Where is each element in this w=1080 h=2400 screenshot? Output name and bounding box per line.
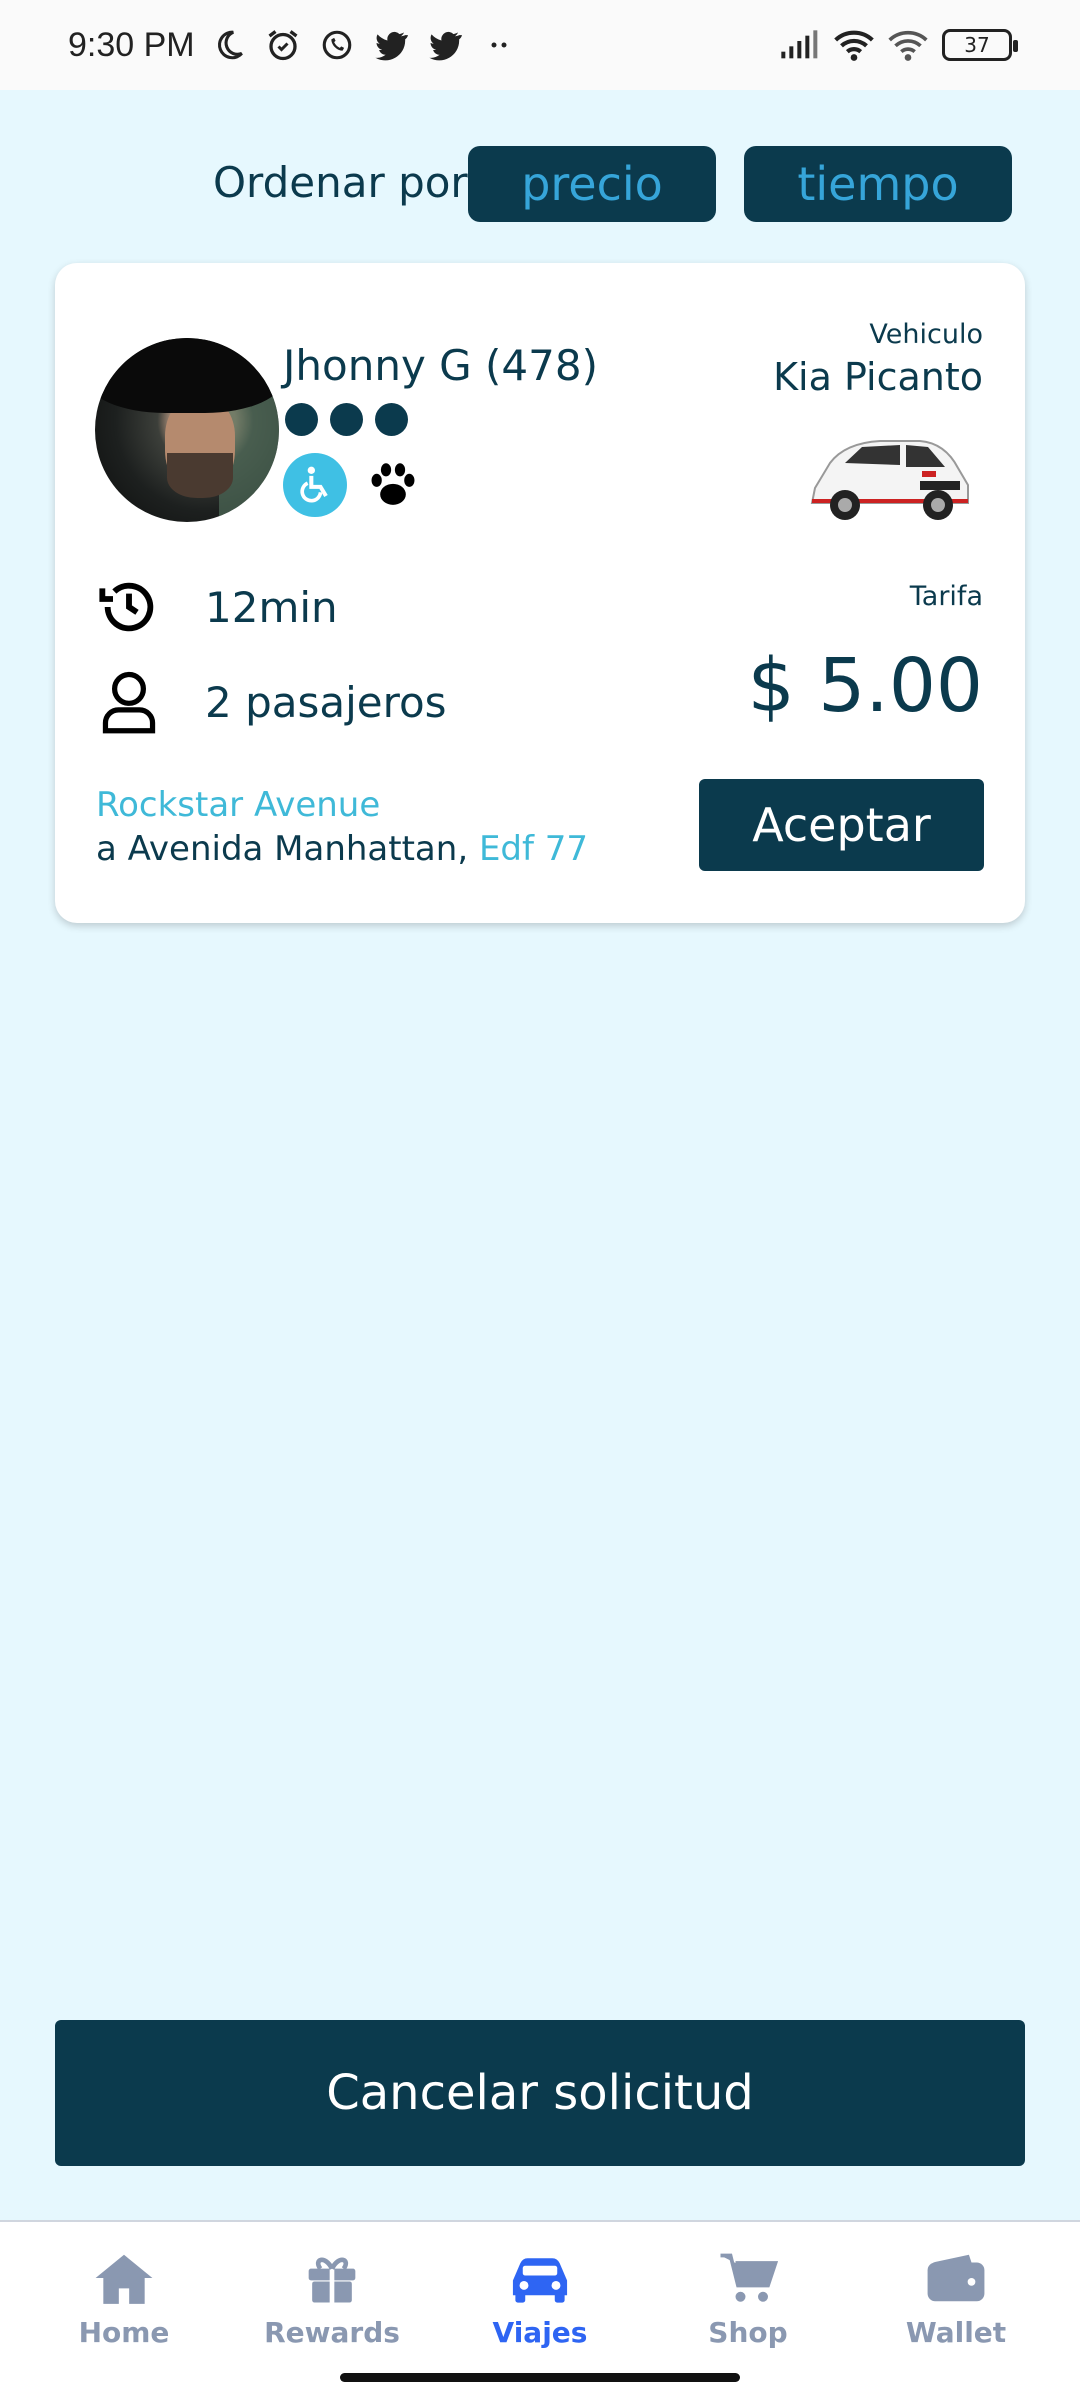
status-time: 9:30 PM <box>68 25 195 64</box>
whatsapp-icon <box>317 25 357 65</box>
signal-icon <box>780 25 820 65</box>
battery-indicator: 37 <box>942 29 1018 61</box>
twitter-icon <box>425 25 465 65</box>
history-icon <box>95 573 163 641</box>
wheelchair-icon <box>283 453 347 517</box>
car-icon <box>508 2246 572 2310</box>
nav-home-label: Home <box>78 2316 170 2349</box>
route-destination: a Avenida Manhattan, <box>96 829 479 869</box>
gift-icon <box>300 2246 364 2310</box>
rating-dot <box>330 403 363 436</box>
wallet-icon <box>924 2246 988 2310</box>
person-icon <box>95 668 163 736</box>
nav-home[interactable]: Home <box>34 2246 214 2400</box>
twitter-icon <box>371 25 411 65</box>
route-destination-detail: Edf 77 <box>478 829 589 869</box>
cancel-request-button[interactable]: Cancelar solicitud <box>55 2020 1025 2166</box>
wifi-hotspot-icon <box>888 25 928 65</box>
rating-dot <box>285 403 318 436</box>
home-indicator <box>340 2373 740 2382</box>
accept-button[interactable]: Aceptar <box>699 779 984 871</box>
sort-by-time-button[interactable]: tiempo <box>744 146 1012 222</box>
sort-label: Ordenar por <box>213 158 468 207</box>
trip-offer-card: Jhonny G (478) Vehiculo Kia Picanto 12mi… <box>55 263 1025 923</box>
fare-value: $ 5.00 <box>747 643 983 729</box>
vehicle-name: Kia Picanto <box>773 355 983 399</box>
more-notifications-icon <box>479 25 519 65</box>
wifi-icon <box>834 25 874 65</box>
nav-viajes-label: Viajes <box>492 2316 588 2349</box>
status-bar: 9:30 PM 37 <box>0 0 1080 90</box>
sort-by-price-button[interactable]: precio <box>468 146 716 222</box>
route-origin: Rockstar Avenue <box>96 785 381 825</box>
cart-icon <box>716 2246 780 2310</box>
route-info: Rockstar Avenue a Avenida Manhattan, Edf… <box>96 783 588 871</box>
alarm-icon <box>263 25 303 65</box>
rating-dot <box>375 403 408 436</box>
passengers-count: 2 pasajeros <box>205 677 447 727</box>
nav-shop-label: Shop <box>708 2316 788 2349</box>
vehicle-image <box>800 413 975 528</box>
home-icon <box>92 2246 156 2310</box>
fare-label: Tarifa <box>909 581 983 612</box>
pet-friendly-icon <box>361 453 425 517</box>
passengers-row: 2 pasajeros <box>95 668 447 736</box>
driver-badges <box>283 453 425 517</box>
vehicle-label: Vehiculo <box>869 319 983 350</box>
moon-icon <box>209 25 249 65</box>
trip-duration: 12min <box>205 582 338 632</box>
driver-rating <box>285 403 408 436</box>
nav-rewards-label: Rewards <box>264 2316 400 2349</box>
nav-wallet-label: Wallet <box>905 2316 1007 2349</box>
driver-name: Jhonny G (478) <box>283 341 598 390</box>
sort-row: Ordenar por precio tiempo <box>0 146 1080 222</box>
nav-wallet[interactable]: Wallet <box>866 2246 1046 2400</box>
driver-avatar <box>95 338 279 522</box>
trip-duration-row: 12min <box>95 573 338 641</box>
